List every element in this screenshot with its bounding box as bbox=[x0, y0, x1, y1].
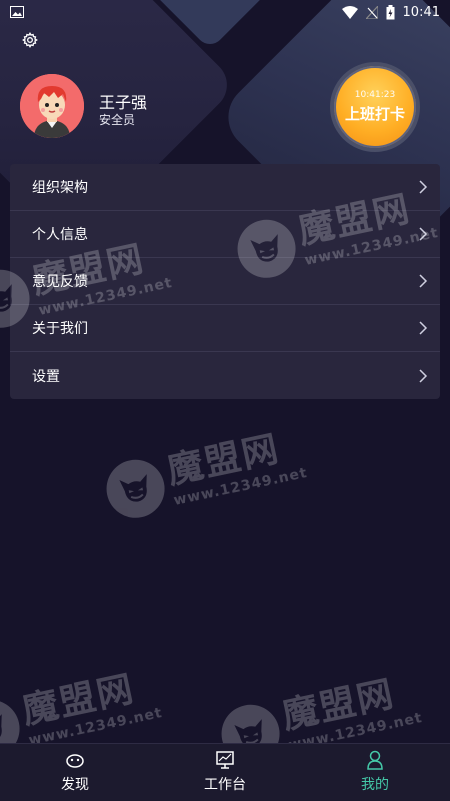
clock-in-label: 上班打卡 bbox=[344, 105, 405, 123]
menu-item-label: 设置 bbox=[32, 368, 60, 385]
nav-tab-discover[interactable]: 发现 bbox=[0, 744, 150, 801]
chevron-right-icon bbox=[418, 368, 428, 383]
menu-item-label: 个人信息 bbox=[32, 227, 88, 243]
watermark-url: www.12349.net bbox=[172, 464, 309, 509]
nav-label: 工作台 bbox=[204, 777, 246, 793]
status-bar-right: 10:41 bbox=[341, 4, 440, 20]
battery-charging-icon bbox=[386, 4, 395, 20]
menu-item-label: 组织架构 bbox=[32, 180, 88, 196]
user-name: 王子强 bbox=[99, 93, 148, 112]
menu-item-organization[interactable]: 组织架构 bbox=[10, 164, 440, 211]
nav-tab-mine[interactable]: 我的 bbox=[300, 744, 450, 801]
clock-in-button[interactable]: 10:41:23 上班打卡 bbox=[330, 62, 420, 152]
nav-label: 发现 bbox=[61, 777, 89, 793]
menu-item-about[interactable]: 关于我们 bbox=[10, 305, 440, 352]
chevron-right-icon bbox=[418, 227, 428, 241]
image-icon bbox=[10, 6, 24, 18]
watermark-name: 魔盟网 bbox=[278, 672, 399, 737]
watermark-devil-logo-icon bbox=[101, 454, 170, 524]
menu-item-label: 意见反馈 bbox=[32, 274, 88, 290]
chevron-right-icon bbox=[418, 180, 428, 194]
chevron-right-icon bbox=[418, 321, 428, 335]
menu-item-settings[interactable]: 设置 bbox=[10, 352, 440, 399]
gear-icon[interactable] bbox=[20, 30, 40, 50]
discover-icon bbox=[65, 750, 85, 770]
no-signal-icon bbox=[365, 5, 378, 19]
status-time: 10:41 bbox=[402, 4, 440, 20]
chevron-right-icon bbox=[418, 274, 428, 288]
watermark-url: www.12349.net bbox=[27, 704, 164, 749]
wifi-icon bbox=[341, 5, 358, 19]
avatar[interactable] bbox=[20, 74, 84, 138]
status-bar: 10:41 bbox=[0, 0, 450, 24]
watermark-name: 魔盟网 bbox=[18, 667, 139, 732]
clock-time: 10:41:23 bbox=[354, 90, 396, 100]
menu-list: 组织架构 个人信息 意见反馈 关于我们 设置 bbox=[10, 164, 440, 399]
menu-item-personal-info[interactable]: 个人信息 bbox=[10, 211, 440, 258]
watermark-name: 魔盟网 bbox=[163, 427, 284, 492]
nav-tab-workbench[interactable]: 工作台 bbox=[150, 744, 300, 801]
profile-icon bbox=[367, 750, 383, 770]
watermark: 魔盟网 www.12349.net bbox=[101, 425, 309, 524]
nav-label: 我的 bbox=[361, 777, 389, 793]
user-role: 安全员 bbox=[99, 113, 136, 127]
menu-item-label: 关于我们 bbox=[32, 321, 88, 337]
menu-item-feedback[interactable]: 意见反馈 bbox=[10, 258, 440, 305]
workbench-icon bbox=[216, 750, 234, 770]
bottom-nav: 发现 工作台 我的 bbox=[0, 743, 450, 801]
